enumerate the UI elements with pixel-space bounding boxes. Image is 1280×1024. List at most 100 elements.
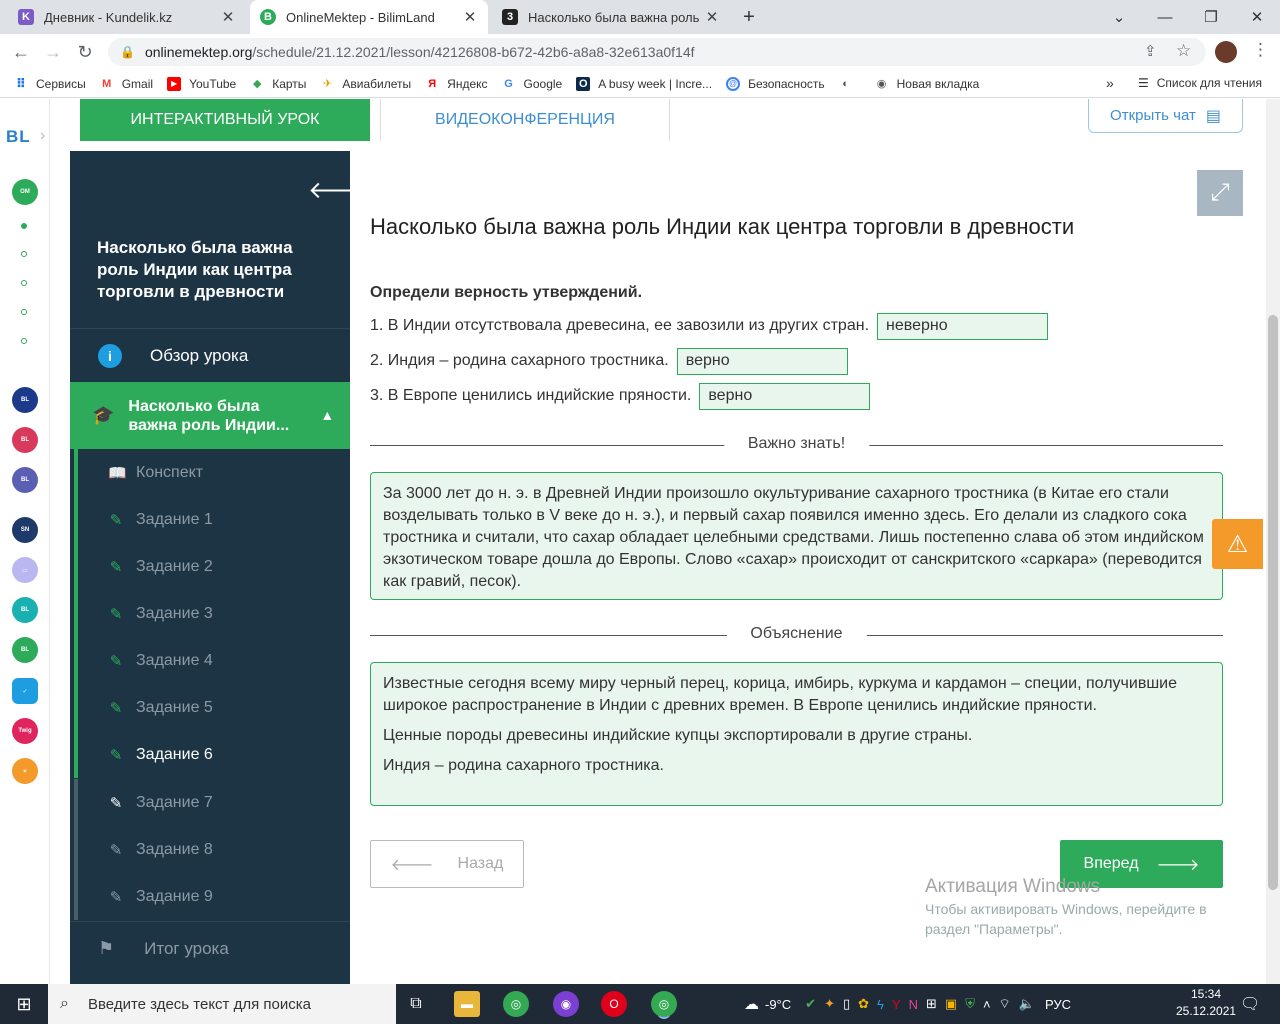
sidebar-item-task-7[interactable]: ✎ Задание 7: [74, 779, 350, 826]
taskbar-clock[interactable]: 15:34 25.12.2021: [1176, 986, 1236, 1020]
browser-tab-kundelik[interactable]: K Дневник - Kundelik.kz ✕: [8, 0, 246, 34]
tray-battery-icon[interactable]: ▯: [843, 996, 850, 1012]
check-app-icon[interactable]: ✓: [12, 678, 38, 704]
bookmark-maps[interactable]: ◆ Карты: [250, 77, 306, 91]
twig-app-icon[interactable]: Twig: [12, 718, 38, 744]
bilim-app-icon[interactable]: BL: [12, 387, 38, 413]
sidebar-item-konspekt[interactable]: 📖 Конспект: [74, 449, 350, 496]
task-view-icon[interactable]: ⧉: [403, 991, 429, 1017]
tab-search-icon[interactable]: ⌄: [1096, 0, 1142, 34]
tray-yandex-icon[interactable]: Y: [892, 997, 901, 1012]
close-window-icon[interactable]: ✕: [1234, 0, 1280, 34]
forward-arrow-icon[interactable]: →: [38, 34, 68, 70]
fullscreen-button[interactable]: ⤢: [1197, 170, 1243, 216]
bilim-app-icon[interactable]: BL: [12, 467, 38, 493]
weather-cloud-icon[interactable]: ☁: [744, 995, 759, 1013]
sidebar-item-task-8[interactable]: ✎ Задание 8: [74, 826, 350, 873]
bookmark-new-tab[interactable]: ◉ Новая вкладка: [875, 77, 980, 91]
sidebar-item-current-section[interactable]: 🎓 Насколько была важна роль Индии... ▲: [70, 382, 350, 449]
opera-icon[interactable]: O: [601, 991, 627, 1017]
back-button[interactable]: 🡐 Назад: [370, 840, 524, 888]
sidebar-item-task-2[interactable]: ✎ Задание 2: [74, 543, 350, 590]
tray-expand-icon[interactable]: ˄: [983, 997, 991, 1012]
answer-field-2[interactable]: верно: [676, 347, 848, 375]
chrome-profile-icon[interactable]: ◎: [651, 991, 677, 1017]
share-icon[interactable]: ⇪: [1144, 42, 1157, 60]
browser-tab-onlinemektep[interactable]: B OnlineMektep - BilimLand ✕: [250, 0, 488, 34]
tray-nk-icon[interactable]: N: [909, 997, 918, 1012]
bilimland-app-icon[interactable]: BL: [12, 637, 38, 663]
bookmark-google[interactable]: G Google: [502, 77, 562, 91]
tray-flower-icon[interactable]: ✿: [858, 996, 869, 1012]
sidebar-item-final[interactable]: ⚑ Итог урока: [70, 921, 350, 975]
reading-list-button[interactable]: ☰ Список для чтения: [1138, 76, 1262, 90]
bookmark-globe[interactable]: ◐: [839, 77, 861, 91]
bl-logo[interactable]: BL: [6, 127, 31, 147]
sidebar-item-task-6[interactable]: ✎ Задание 6: [74, 731, 350, 778]
bilim-app-icon[interactable]: BL: [12, 597, 38, 623]
chrome-icon[interactable]: ◎: [503, 991, 529, 1017]
sidebar-item-task-1[interactable]: ✎ Задание 1: [74, 496, 350, 543]
rail-dot[interactable]: [21, 309, 27, 315]
rail-dot[interactable]: [21, 280, 27, 286]
answer-field-3[interactable]: верно: [699, 382, 871, 410]
answer-field-1[interactable]: неверно: [877, 312, 1049, 340]
tray-volume-icon[interactable]: 🔈: [1019, 996, 1035, 1012]
close-tab-icon[interactable]: ✕: [462, 8, 478, 26]
menu-dots-icon[interactable]: ⋮: [1252, 40, 1269, 60]
bookmark-gmail[interactable]: M Gmail: [100, 77, 153, 91]
tray-shield-icon[interactable]: ⛨: [965, 996, 975, 1012]
profile-avatar[interactable]: [1215, 41, 1237, 63]
close-tab-icon[interactable]: ✕: [220, 8, 236, 26]
notifications-icon[interactable]: 🗨: [1240, 994, 1260, 1014]
back-arrow-icon[interactable]: ←: [6, 34, 36, 70]
bookmark-star-icon[interactable]: ☆: [1176, 41, 1191, 61]
file-explorer-icon[interactable]: ▬: [454, 991, 480, 1017]
close-tab-icon[interactable]: ✕: [704, 8, 720, 26]
bilim-shop-icon[interactable]: BL: [12, 427, 38, 453]
tray-check-icon[interactable]: ✔: [805, 996, 816, 1012]
collapse-arrow-icon[interactable]: 🡐: [308, 175, 372, 205]
screen-app-icon[interactable]: ▭: [12, 557, 38, 583]
browser-tab-lesson[interactable]: 3 Насколько была важна роль Инд ✕: [492, 0, 730, 34]
tor-browser-icon[interactable]: ◉: [553, 991, 579, 1017]
open-chat-button[interactable]: Открыть чат ▤: [1088, 99, 1243, 133]
onlinemektep-app-icon[interactable]: OM: [12, 179, 38, 205]
restore-icon[interactable]: ❐: [1188, 0, 1234, 34]
tray-bolt-icon[interactable]: ϟ: [877, 997, 884, 1012]
bookmark-busy-week[interactable]: OA busy week | Incre...: [576, 76, 712, 91]
sidebar-item-task-9[interactable]: ✎ Задание 9: [74, 873, 350, 920]
tray-network-icon[interactable]: ⊞: [926, 996, 937, 1012]
sidebar-item-overview[interactable]: i Обзор урока: [70, 328, 350, 382]
sidebar-item-task-3[interactable]: ✎ Задание 3: [74, 590, 350, 637]
windows-start-icon[interactable]: ⊞: [0, 984, 48, 1024]
bookmark-services[interactable]: ⠿ Сервисы: [14, 76, 86, 91]
tab-interactive-lesson[interactable]: ИНТЕРАКТИВНЫЙ УРОК: [80, 99, 370, 141]
address-bar[interactable]: 🔒 onlinemektep.org/schedule/21.12.2021/l…: [108, 38, 1206, 66]
rail-dot[interactable]: [21, 251, 27, 257]
rail-dot-active[interactable]: [21, 223, 27, 229]
rail-expand-icon[interactable]: ›: [40, 127, 45, 145]
more-bookmarks-icon[interactable]: »: [1106, 75, 1114, 91]
minimize-icon[interactable]: —: [1142, 0, 1188, 34]
tray-language[interactable]: РУС: [1045, 997, 1071, 1012]
tray-wifi-icon[interactable]: ⌔: [999, 996, 1011, 1012]
rail-dot[interactable]: [21, 338, 27, 344]
bookmark-yandex[interactable]: Я Яндекс: [425, 77, 487, 91]
bookmark-security[interactable]: @ Безопасность: [726, 76, 825, 91]
reload-icon[interactable]: ↻: [70, 34, 100, 70]
taskbar-search-input[interactable]: ⌕ Введите здесь текст для поиска: [48, 984, 396, 1024]
scrollbar-thumb[interactable]: [1268, 315, 1278, 890]
tray-app-icon[interactable]: ✦: [824, 996, 835, 1012]
report-warning-button[interactable]: ⚠: [1212, 519, 1263, 569]
tray-box-icon[interactable]: ▣: [945, 996, 957, 1012]
bookmark-youtube[interactable]: ▶ YouTube: [167, 76, 236, 91]
sidebar-item-task-5[interactable]: ✎ Задание 5: [74, 684, 350, 731]
sidebar-item-task-4[interactable]: ✎ Задание 4: [74, 637, 350, 684]
smart-nation-icon[interactable]: SN: [12, 517, 38, 543]
sun-app-icon[interactable]: ☀: [12, 758, 38, 784]
weather-temp[interactable]: -9°C: [765, 997, 791, 1012]
tab-videoconference[interactable]: ВИДЕОКОНФЕРЕНЦИЯ: [380, 99, 670, 141]
new-tab-button[interactable]: +: [736, 4, 762, 30]
bookmark-avia[interactable]: ✈ Авиабилеты: [320, 77, 411, 91]
